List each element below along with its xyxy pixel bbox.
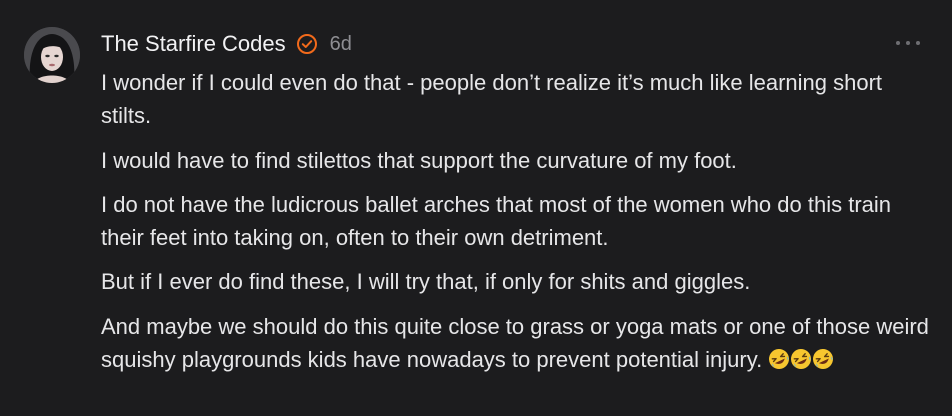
author-name[interactable]: The Starfire Codes (101, 31, 286, 57)
comment-paragraph: I would have to find stilettos that supp… (101, 148, 737, 173)
comment-body: I wonder if I could even do that - peopl… (101, 66, 931, 388)
rolling-on-floor-laughing-emoji-icon (768, 346, 790, 369)
comment-paragraph-last: And maybe we should do this quite close … (101, 310, 931, 376)
comment-header: The Starfire Codes 6d (101, 30, 352, 58)
ellipsis-icon (896, 41, 900, 45)
comment-paragraph: I do not have the ludicrous ballet arche… (101, 192, 892, 250)
comment-paragraph: I wonder if I could even do that - peopl… (101, 70, 883, 128)
more-options-button[interactable] (896, 36, 920, 50)
ellipsis-icon (916, 41, 920, 45)
ellipsis-icon (906, 41, 910, 45)
rolling-on-floor-laughing-emoji-icon (812, 346, 834, 369)
avatar[interactable] (24, 27, 80, 83)
rolling-on-floor-laughing-emoji-icon (790, 346, 812, 369)
comment: The Starfire Codes 6d I wonder if I coul… (0, 0, 952, 416)
comment-paragraph: But if I ever do find these, I will try … (101, 269, 751, 294)
emoji-group (768, 347, 834, 372)
timestamp[interactable]: 6d (330, 33, 352, 56)
verified-badge-icon (296, 33, 318, 55)
